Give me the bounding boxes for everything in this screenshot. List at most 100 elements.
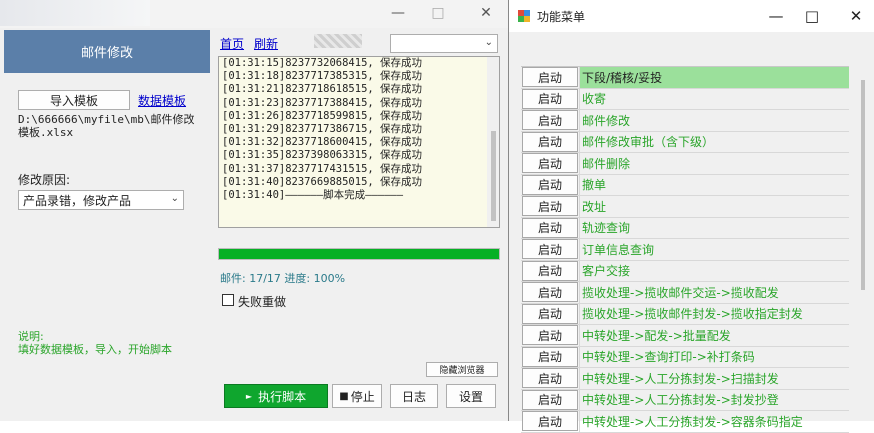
retry-checkbox[interactable] bbox=[222, 294, 234, 306]
start-button[interactable]: 启动 bbox=[522, 260, 578, 281]
start-button[interactable]: 启动 bbox=[522, 67, 578, 87]
run-script-button[interactable]: ► 执行脚本 bbox=[224, 384, 328, 408]
start-button[interactable]: 启动 bbox=[522, 131, 578, 152]
log-button[interactable]: 日志 bbox=[390, 384, 438, 408]
menu-item-label[interactable]: 邮件修改审批（含下级） bbox=[579, 131, 849, 152]
chevron-down-icon: ⌄ bbox=[170, 193, 179, 204]
menu-row: 启动 邮件修改 bbox=[521, 110, 849, 132]
start-button[interactable]: 启动 bbox=[522, 239, 578, 259]
menu-item-label[interactable]: 轨迹查询 bbox=[579, 217, 849, 238]
log-line: [01:31:29]8237717386715, 保存成功 bbox=[222, 123, 423, 136]
file-path: D:\666666\myfile\mb\邮件修改模板.xlsx bbox=[18, 113, 195, 139]
progress-bar bbox=[218, 248, 500, 260]
start-button[interactable]: 启动 bbox=[522, 174, 578, 195]
progress-stats: 邮件: 17/17 进度: 100% bbox=[220, 272, 346, 285]
retry-label: 失败重做 bbox=[238, 295, 287, 309]
reason-label: 修改原因: bbox=[18, 173, 71, 187]
start-button[interactable]: 启动 bbox=[522, 411, 578, 431]
menu-item-label[interactable]: 撤单 bbox=[579, 174, 849, 195]
start-button[interactable]: 启动 bbox=[522, 303, 578, 324]
menu-row: 启动 中转处理->人工分拣封发->容器条码指定 bbox=[521, 411, 849, 433]
refresh-link[interactable]: 刷新 bbox=[254, 35, 278, 52]
import-template-button[interactable]: 导入模板 bbox=[18, 90, 130, 110]
settings-button[interactable]: 设置 bbox=[446, 384, 496, 408]
menu-item-label[interactable]: 中转处理->人工分拣封发->扫描封发 bbox=[579, 368, 849, 389]
data-template-link[interactable]: 数据模板 bbox=[138, 92, 186, 109]
log-scrollbar[interactable] bbox=[487, 57, 499, 227]
menu-item-label[interactable]: 揽收处理->揽收邮件封发->揽收指定封发 bbox=[579, 303, 849, 324]
menu-item-label[interactable]: 改址 bbox=[579, 196, 849, 217]
log-lines: [01:31:15]8237732068415, 保存成功 [01:31:18]8… bbox=[219, 57, 499, 202]
log-output[interactable]: [01:31:15]8237732068415, 保存成功 [01:31:18]8… bbox=[218, 56, 500, 228]
menu-item-label[interactable]: 中转处理->人工分拣封发->容器条码指定 bbox=[579, 411, 849, 432]
start-button[interactable]: 启动 bbox=[522, 389, 578, 410]
menu-row: 启动 撤单 bbox=[521, 174, 849, 196]
stop-button[interactable]: ■ 停止 bbox=[332, 384, 382, 408]
maximize-button[interactable]: □ bbox=[799, 6, 825, 26]
note-line: 说明: bbox=[18, 330, 44, 343]
menu-item-label[interactable]: 揽收处理->揽收邮件交运->揽收配发 bbox=[579, 282, 849, 303]
stop-icon: ■ bbox=[339, 390, 349, 402]
menu-item-label[interactable]: 邮件删除 bbox=[579, 153, 849, 174]
function-menu-titlebar: 功能菜单 — □ ✕ bbox=[509, 0, 874, 32]
start-button[interactable]: 启动 bbox=[522, 110, 578, 130]
menu-item-label[interactable]: 下段/稽核/妥投 bbox=[579, 67, 849, 88]
function-menu-window: 功能菜单 — □ ✕ 启动 下段/稽核/妥投 启动 收寄 启动 邮件修改 启动 邮件修改审批（… bbox=[508, 0, 874, 433]
menu-scrollbar[interactable] bbox=[859, 66, 867, 421]
menu-row: 启动 客户交接 bbox=[521, 260, 849, 282]
start-button[interactable]: 启动 bbox=[522, 217, 578, 238]
menu-item-label[interactable]: 中转处理->配发->批量配发 bbox=[579, 325, 849, 346]
menu-row: 启动 收寄 bbox=[521, 88, 849, 110]
log-line: [01:31:18]8237717385315, 保存成功 bbox=[222, 70, 423, 83]
log-line: [01:31:40]——————脚本完成—————— bbox=[222, 189, 404, 202]
play-icon: ► bbox=[245, 391, 253, 401]
menu-row: 启动 中转处理->人工分拣封发->扫描封发 bbox=[521, 368, 849, 390]
menu-item-label[interactable]: 邮件修改 bbox=[579, 110, 849, 131]
blurred-text bbox=[314, 34, 362, 48]
page-title: 邮件修改 bbox=[4, 30, 210, 73]
close-button[interactable]: ✕ bbox=[843, 6, 869, 26]
maximize-button[interactable]: □ bbox=[426, 4, 450, 22]
start-button[interactable]: 启动 bbox=[522, 325, 578, 345]
start-button[interactable]: 启动 bbox=[522, 153, 578, 173]
log-line: [01:31:15]8237732068415, 保存成功 bbox=[222, 57, 423, 69]
start-button[interactable]: 启动 bbox=[522, 282, 578, 302]
menu-item-label[interactable]: 中转处理->查询打印->补打条码 bbox=[579, 346, 849, 367]
script-window: — □ ✕ 邮件修改 导入模板 数据模板 D:\666666\myfile\mb… bbox=[0, 0, 508, 421]
menu-row: 启动 订单信息查询 bbox=[521, 239, 849, 261]
log-line: [01:31:26]8237718599815, 保存成功 bbox=[222, 109, 423, 122]
log-line: [01:31:35]8237398063315, 保存成功 bbox=[222, 149, 423, 162]
menu-row: 启动 揽收处理->揽收邮件交运->揽收配发 bbox=[521, 282, 849, 304]
menu-item-label[interactable]: 中转处理->人工分拣封发->封发抄登 bbox=[579, 389, 849, 410]
hide-browser-button[interactable]: 隐藏浏览器 bbox=[426, 362, 498, 377]
menu-item-label[interactable]: 订单信息查询 bbox=[579, 239, 849, 260]
script-window-titlebar: — □ ✕ bbox=[0, 0, 508, 28]
function-menu-list: 启动 下段/稽核/妥投 启动 收寄 启动 邮件修改 启动 邮件修改审批（含下级） 启动 邮件删除启… bbox=[521, 66, 849, 433]
menu-item-label[interactable]: 收寄 bbox=[579, 88, 849, 109]
log-scrollbar-thumb[interactable] bbox=[491, 131, 496, 221]
start-button[interactable]: 启动 bbox=[522, 196, 578, 216]
instructions-note: 说明: 填好数据模板，导入，开始脚本 bbox=[18, 330, 172, 356]
log-line: [01:31:32]8237718600415, 保存成功 bbox=[222, 136, 423, 149]
chevron-down-icon: ⌄ bbox=[484, 37, 493, 48]
menu-row: 启动 改址 bbox=[521, 196, 849, 218]
start-button[interactable]: 启动 bbox=[522, 368, 578, 388]
menu-row: 启动 揽收处理->揽收邮件封发->揽收指定封发 bbox=[521, 303, 849, 325]
minimize-button[interactable]: — bbox=[386, 4, 410, 22]
menu-scrollbar-thumb[interactable] bbox=[861, 80, 865, 290]
menu-item-label[interactable]: 客户交接 bbox=[579, 260, 849, 281]
note-line: 填好数据模板，导入，开始脚本 bbox=[18, 343, 172, 356]
window-title: 功能菜单 bbox=[537, 10, 586, 24]
reason-select-value: 产品录错，修改产品 bbox=[23, 193, 132, 208]
minimize-button[interactable]: — bbox=[763, 6, 789, 26]
close-button[interactable]: ✕ bbox=[474, 4, 498, 22]
menu-row: 启动 轨迹查询 bbox=[521, 217, 849, 239]
home-link[interactable]: 首页 bbox=[220, 35, 244, 52]
reason-select[interactable]: 产品录错，修改产品 ⌄ bbox=[18, 190, 184, 210]
start-button[interactable]: 启动 bbox=[522, 88, 578, 109]
menu-row: 启动 中转处理->配发->批量配发 bbox=[521, 325, 849, 347]
start-button[interactable]: 启动 bbox=[522, 346, 578, 367]
top-select[interactable]: ⌄ bbox=[390, 34, 498, 53]
run-script-label: 执行脚本 bbox=[258, 389, 307, 404]
menu-row: 启动 邮件修改审批（含下级） bbox=[521, 131, 849, 153]
